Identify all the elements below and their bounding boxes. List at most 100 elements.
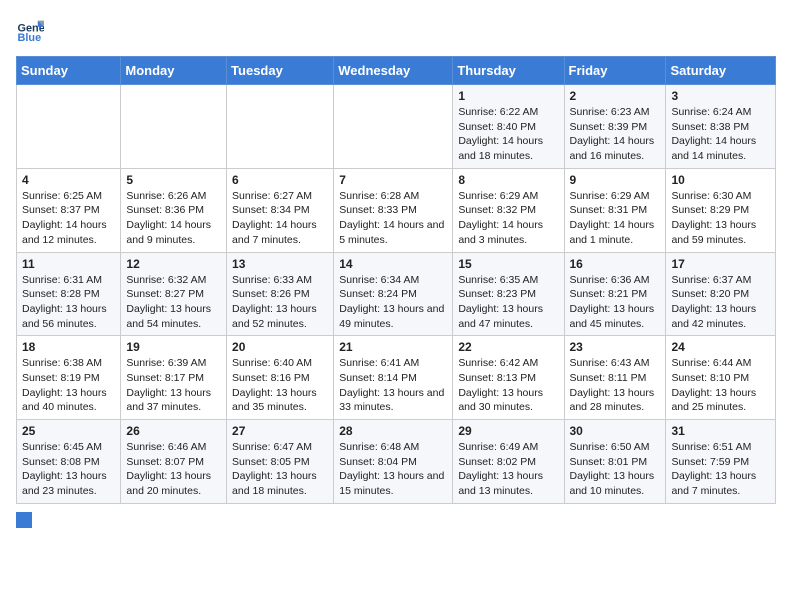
calendar-cell: 13 Sunrise: 6:33 AMSunset: 8:26 PMDayligh… (227, 252, 334, 336)
legend (16, 512, 776, 528)
day-info: Sunrise: 6:35 AMSunset: 8:23 PMDaylight:… (458, 273, 558, 332)
day-info: Sunrise: 6:28 AMSunset: 8:33 PMDaylight:… (339, 189, 447, 248)
day-info: Sunrise: 6:39 AMSunset: 8:17 PMDaylight:… (126, 356, 221, 415)
calendar-cell: 31Sunrise: 6:51 AMSunset: 7:59 PMDayligh… (666, 420, 776, 504)
day-number: 18 (22, 340, 115, 354)
day-info: Sunrise: 6:46 AMSunset: 8:07 PMDaylight:… (126, 440, 221, 499)
day-info: Sunrise: 6:40 AMSunset: 8:16 PMDaylight:… (232, 356, 328, 415)
calendar-cell: 2 Sunrise: 6:23 AMSunset: 8:39 PMDaylight… (564, 85, 666, 169)
day-number: 16 (570, 257, 661, 271)
header-cell: Wednesday (334, 57, 453, 85)
day-info: Sunrise: 6:48 AMSunset: 8:04 PMDaylight:… (339, 440, 447, 499)
calendar-cell: 12 Sunrise: 6:32 AMSunset: 8:27 PMDayligh… (121, 252, 227, 336)
day-info: Sunrise: 6:41 AMSunset: 8:14 PMDaylight:… (339, 356, 447, 415)
calendar-cell: 6Sunrise: 6:27 AMSunset: 8:34 PMDaylight… (227, 168, 334, 252)
calendar-cell: 4 Sunrise: 6:25 AMSunset: 8:37 PMDaylight… (17, 168, 121, 252)
day-info: Sunrise: 6:24 AMSunset: 8:38 PMDaylight:… (671, 105, 770, 164)
calendar-week-row: 18 Sunrise: 6:38 AMSunset: 8:19 PMDayligh… (17, 336, 776, 420)
day-number: 27 (232, 424, 328, 438)
calendar-cell: 24 Sunrise: 6:44 AMSunset: 8:10 PMDayligh… (666, 336, 776, 420)
calendar-cell: 17 Sunrise: 6:37 AMSunset: 8:20 PMDayligh… (666, 252, 776, 336)
calendar-cell: 29 Sunrise: 6:49 AMSunset: 8:02 PMDayligh… (453, 420, 564, 504)
day-info: Sunrise: 6:27 AMSunset: 8:34 PMDaylight:… (232, 189, 328, 248)
day-number: 20 (232, 340, 328, 354)
day-number: 13 (232, 257, 328, 271)
calendar-cell: 11Sunrise: 6:31 AMSunset: 8:28 PMDayligh… (17, 252, 121, 336)
day-info: Sunrise: 6:42 AMSunset: 8:13 PMDaylight:… (458, 356, 558, 415)
calendar-cell: 7 Sunrise: 6:28 AMSunset: 8:33 PMDaylight… (334, 168, 453, 252)
day-number: 12 (126, 257, 221, 271)
day-info: Sunrise: 6:49 AMSunset: 8:02 PMDaylight:… (458, 440, 558, 499)
day-number: 7 (339, 173, 447, 187)
page-header: General Blue (16, 16, 776, 44)
day-number: 17 (671, 257, 770, 271)
calendar-cell: 30 Sunrise: 6:50 AMSunset: 8:01 PMDayligh… (564, 420, 666, 504)
calendar-cell: 20 Sunrise: 6:40 AMSunset: 8:16 PMDayligh… (227, 336, 334, 420)
calendar-cell (121, 85, 227, 169)
calendar-week-row: 4 Sunrise: 6:25 AMSunset: 8:37 PMDaylight… (17, 168, 776, 252)
legend-color-box (16, 512, 32, 528)
day-number: 9 (570, 173, 661, 187)
day-info: Sunrise: 6:37 AMSunset: 8:20 PMDaylight:… (671, 273, 770, 332)
svg-text:Blue: Blue (18, 32, 42, 44)
day-number: 1 (458, 89, 558, 103)
day-info: Sunrise: 6:25 AMSunset: 8:37 PMDaylight:… (22, 189, 115, 248)
day-number: 3 (671, 89, 770, 103)
header-cell: Thursday (453, 57, 564, 85)
calendar-body: 1Sunrise: 6:22 AMSunset: 8:40 PMDaylight… (17, 85, 776, 504)
header-row: SundayMondayTuesdayWednesdayThursdayFrid… (17, 57, 776, 85)
calendar-week-row: 1Sunrise: 6:22 AMSunset: 8:40 PMDaylight… (17, 85, 776, 169)
calendar-cell (334, 85, 453, 169)
day-number: 4 (22, 173, 115, 187)
calendar-cell: 16 Sunrise: 6:36 AMSunset: 8:21 PMDayligh… (564, 252, 666, 336)
calendar-cell: 18 Sunrise: 6:38 AMSunset: 8:19 PMDayligh… (17, 336, 121, 420)
day-info: Sunrise: 6:51 AMSunset: 7:59 PMDaylight:… (671, 440, 770, 499)
calendar-cell: 1Sunrise: 6:22 AMSunset: 8:40 PMDaylight… (453, 85, 564, 169)
day-info: Sunrise: 6:38 AMSunset: 8:19 PMDaylight:… (22, 356, 115, 415)
header-cell: Friday (564, 57, 666, 85)
header-cell: Saturday (666, 57, 776, 85)
day-number: 14 (339, 257, 447, 271)
day-info: Sunrise: 6:50 AMSunset: 8:01 PMDaylight:… (570, 440, 661, 499)
day-info: Sunrise: 6:32 AMSunset: 8:27 PMDaylight:… (126, 273, 221, 332)
logo-icon: General Blue (16, 16, 44, 44)
calendar-week-row: 25 Sunrise: 6:45 AMSunset: 8:08 PMDayligh… (17, 420, 776, 504)
day-info: Sunrise: 6:45 AMSunset: 8:08 PMDaylight:… (22, 440, 115, 499)
calendar-cell: 23 Sunrise: 6:43 AMSunset: 8:11 PMDayligh… (564, 336, 666, 420)
day-number: 28 (339, 424, 447, 438)
calendar-cell: 10Sunrise: 6:30 AMSunset: 8:29 PMDayligh… (666, 168, 776, 252)
day-number: 10 (671, 173, 770, 187)
calendar-cell: 9Sunrise: 6:29 AMSunset: 8:31 PMDaylight… (564, 168, 666, 252)
calendar-cell: 27 Sunrise: 6:47 AMSunset: 8:05 PMDayligh… (227, 420, 334, 504)
day-number: 15 (458, 257, 558, 271)
calendar-cell: 19 Sunrise: 6:39 AMSunset: 8:17 PMDayligh… (121, 336, 227, 420)
day-info: Sunrise: 6:33 AMSunset: 8:26 PMDaylight:… (232, 273, 328, 332)
day-number: 11 (22, 257, 115, 271)
calendar-cell (227, 85, 334, 169)
day-number: 23 (570, 340, 661, 354)
day-info: Sunrise: 6:44 AMSunset: 8:10 PMDaylight:… (671, 356, 770, 415)
day-info: Sunrise: 6:23 AMSunset: 8:39 PMDaylight:… (570, 105, 661, 164)
calendar-cell: 14 Sunrise: 6:34 AMSunset: 8:24 PMDayligh… (334, 252, 453, 336)
day-info: Sunrise: 6:43 AMSunset: 8:11 PMDaylight:… (570, 356, 661, 415)
header-cell: Sunday (17, 57, 121, 85)
day-info: Sunrise: 6:36 AMSunset: 8:21 PMDaylight:… (570, 273, 661, 332)
day-number: 22 (458, 340, 558, 354)
day-number: 26 (126, 424, 221, 438)
calendar-cell: 8Sunrise: 6:29 AMSunset: 8:32 PMDaylight… (453, 168, 564, 252)
logo: General Blue (16, 16, 48, 44)
header-cell: Monday (121, 57, 227, 85)
day-number: 29 (458, 424, 558, 438)
day-number: 2 (570, 89, 661, 103)
calendar-cell: 21 Sunrise: 6:41 AMSunset: 8:14 PMDayligh… (334, 336, 453, 420)
day-number: 19 (126, 340, 221, 354)
day-number: 21 (339, 340, 447, 354)
day-number: 25 (22, 424, 115, 438)
day-number: 24 (671, 340, 770, 354)
calendar-cell: 3 Sunrise: 6:24 AMSunset: 8:38 PMDaylight… (666, 85, 776, 169)
calendar-cell: 26 Sunrise: 6:46 AMSunset: 8:07 PMDayligh… (121, 420, 227, 504)
day-number: 30 (570, 424, 661, 438)
day-info: Sunrise: 6:47 AMSunset: 8:05 PMDaylight:… (232, 440, 328, 499)
day-info: Sunrise: 6:34 AMSunset: 8:24 PMDaylight:… (339, 273, 447, 332)
calendar-header: SundayMondayTuesdayWednesdayThursdayFrid… (17, 57, 776, 85)
